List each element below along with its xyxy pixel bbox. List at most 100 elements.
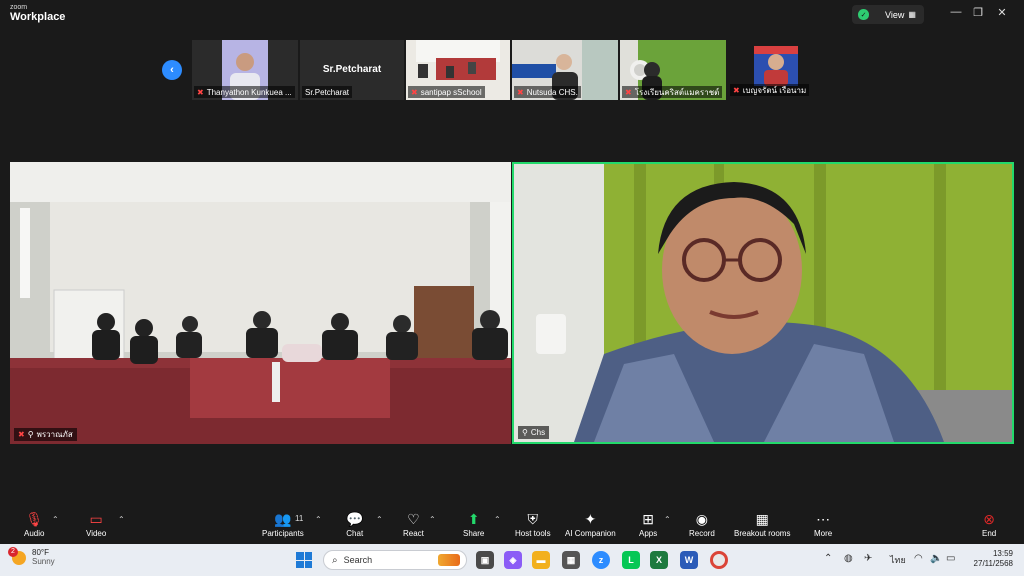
tray-chevron-up-icon[interactable]: ⌃: [824, 553, 832, 564]
zoom-app-icon[interactable]: z: [592, 551, 610, 569]
pin-icon: ⚲: [522, 428, 528, 437]
gallery-prev-button[interactable]: ‹: [162, 60, 182, 80]
weather-widget[interactable]: 2 80°F Sunny: [8, 546, 55, 567]
zoom-logo: zoom Workplace: [10, 4, 65, 23]
thumbnail-tile[interactable]: ✖ santipap sSchool: [406, 40, 510, 100]
wifi-icon[interactable]: ◠: [914, 553, 923, 564]
chevron-left-icon: ‹: [170, 64, 174, 76]
search-icon: ⌕: [332, 554, 338, 566]
weather-badge: 2: [8, 546, 18, 557]
mic-muted-icon: ✖: [18, 430, 25, 439]
file-explorer-icon[interactable]: ▬: [532, 551, 550, 569]
restore-icon[interactable]: ❐: [968, 6, 988, 19]
shield-check-icon: ✓: [858, 9, 869, 20]
speaker-icon[interactable]: 🔈: [930, 553, 942, 564]
participant-name: ✖ ⚲ พรวาณภัส: [14, 428, 77, 441]
participant-name: ✖ เบญจรัตน์ เรือนาม: [730, 84, 810, 96]
participants-count: 11: [295, 514, 304, 523]
meeting-toolbar: 🎙 Audio ⌃ ▭ Video ⌃ 👥 Participants 11 ⌃ …: [0, 506, 1024, 544]
chat-options-caret[interactable]: ⌃: [376, 515, 383, 524]
video-button[interactable]: ▭ Video: [86, 510, 106, 538]
chat-icon: 💬: [346, 511, 364, 527]
excel-icon[interactable]: X: [650, 551, 668, 569]
taskbar-search[interactable]: ⌕ Search: [323, 550, 467, 570]
brand-top: zoom: [10, 4, 28, 11]
zoom-window: zoom Workplace ✓ View ▦ — ❐ ✕ ‹ ✖ Thanyat…: [0, 0, 1024, 576]
thumbnail-tile[interactable]: Sr.Petcharat Sr.Petcharat: [300, 40, 404, 100]
participant-name: ✖ Thanyathon Kunkuea ...: [194, 86, 295, 98]
participant-name: ✖ Nutsuda CHS.: [514, 86, 581, 98]
more-button[interactable]: ⋯ More: [814, 510, 832, 538]
minimize-icon[interactable]: —: [946, 6, 966, 18]
system-clock[interactable]: 13:59 27/11/2568: [965, 549, 1013, 570]
end-button[interactable]: ⊗ End: [982, 510, 996, 538]
participant-display-name: Sr.Petcharat: [322, 64, 382, 75]
shield-icon: ⛨: [527, 511, 539, 527]
participant-video: [10, 162, 511, 444]
share-screen-icon: ⬆: [467, 511, 480, 527]
share-options-caret[interactable]: ⌃: [494, 515, 501, 524]
brand-main: Workplace: [10, 11, 66, 23]
thumbnail-tile[interactable]: ✖ Nutsuda CHS.: [512, 40, 618, 100]
sun-icon: 2: [8, 546, 26, 565]
audio-options-caret[interactable]: ⌃: [52, 515, 59, 524]
view-label: View: [885, 9, 905, 20]
view-button[interactable]: ✓ View ▦: [852, 5, 924, 24]
mic-muted-icon: ✖: [197, 87, 204, 97]
task-view-icon[interactable]: ▣: [476, 551, 494, 569]
tray-network-app-icon[interactable]: ✈: [864, 553, 872, 564]
grid-icon: ▦: [908, 10, 916, 19]
mic-muted-icon: ✖: [733, 85, 740, 95]
clock-date: 27/11/2568: [973, 559, 1013, 569]
clock-time: 13:59: [992, 549, 1013, 558]
thumbnail-tile[interactable]: ✖ โรงเรียนคริสต์แมคราชต์: [620, 40, 726, 100]
apps-options-caret[interactable]: ⌃: [664, 515, 671, 524]
record-button[interactable]: ◉ Record: [689, 510, 715, 538]
record-icon: ◉: [695, 511, 708, 527]
close-icon[interactable]: ✕: [992, 6, 1012, 19]
apps-button[interactable]: ⊞ Apps: [639, 510, 657, 538]
copilot-icon[interactable]: ◈: [504, 551, 522, 569]
windows-start-icon[interactable]: [296, 552, 312, 568]
audio-button[interactable]: 🎙 Audio: [24, 510, 44, 538]
heart-icon: ♡: [407, 511, 420, 527]
react-button[interactable]: ♡ React: [403, 510, 424, 538]
title-bar: zoom Workplace ✓ View ▦ — ❐ ✕: [0, 0, 1024, 30]
windows-taskbar: 2 80°F Sunny ⌕ Search ▣ ◈ ▬ ▦ z L X W ⌃ …: [0, 544, 1024, 576]
participant-name: ⚲ Chs: [518, 426, 550, 439]
chrome-icon[interactable]: [710, 551, 728, 569]
participants-icon: 👥: [274, 511, 292, 527]
apps-icon: ⊞: [642, 511, 654, 527]
thumbnail-tile[interactable]: ✖ เบญจรัตน์ เรือนาม: [728, 40, 824, 100]
end-call-icon: ⊗: [983, 511, 995, 527]
participants-options-caret[interactable]: ⌃: [315, 515, 322, 524]
chat-button[interactable]: 💬 Chat: [346, 510, 363, 538]
pin-icon: ⚲: [27, 430, 34, 439]
thumbnail-tile[interactable]: ✖ Thanyathon Kunkuea ...: [192, 40, 298, 100]
participant-name: Sr.Petcharat: [302, 86, 353, 98]
breakout-rooms-button[interactable]: ▦ Breakout rooms: [734, 510, 790, 538]
language-indicator[interactable]: ไทย: [890, 553, 906, 567]
breakout-rooms-icon: ▦: [755, 511, 769, 527]
participant-name: ✖ โรงเรียนคริสต์แมคราชต์: [622, 86, 723, 98]
mic-muted-icon: ✖: [411, 87, 418, 97]
mic-muted-icon: 🎙: [25, 511, 44, 527]
battery-icon[interactable]: ▭: [946, 553, 955, 564]
sparkle-icon: ✦: [584, 511, 597, 527]
word-icon[interactable]: W: [680, 551, 698, 569]
calculator-icon[interactable]: ▦: [562, 551, 580, 569]
line-app-icon[interactable]: L: [622, 551, 640, 569]
video-off-icon: ▭: [89, 511, 103, 527]
video-options-caret[interactable]: ⌃: [118, 515, 125, 524]
tray-app-icon[interactable]: ◍: [844, 553, 853, 564]
search-placeholder: Search: [343, 555, 373, 565]
share-button[interactable]: ⬆ Share: [463, 510, 484, 538]
participant-name: ✖ santipap sSchool: [408, 86, 485, 98]
more-icon: ⋯: [816, 511, 831, 527]
host-tools-button[interactable]: ⛨ Host tools: [515, 510, 551, 538]
main-video-tile-active[interactable]: ⚲ Chs: [512, 162, 1014, 444]
search-highlight-icon: [438, 554, 460, 566]
ai-companion-button[interactable]: ✦ AI Companion: [565, 510, 616, 538]
react-options-caret[interactable]: ⌃: [429, 515, 436, 524]
main-video-tile[interactable]: ✖ ⚲ พรวาณภัส: [10, 162, 511, 444]
